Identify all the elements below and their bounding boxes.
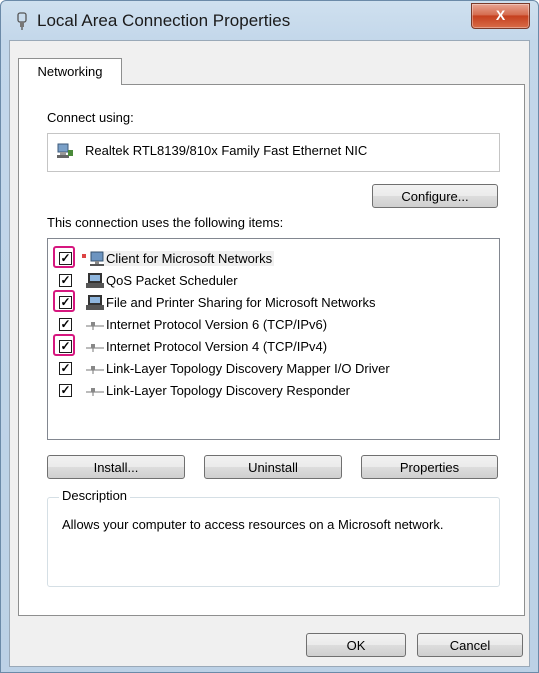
install-button-label: Install... (93, 460, 139, 475)
list-item[interactable]: ✓ QoS Packet Scheduler (48, 270, 497, 292)
network-client-icon (82, 251, 104, 266)
list-item[interactable]: ✓ Link-Layer Topology Discovery Mapper I… (48, 358, 497, 380)
adapter-name: Realtek RTL8139/810x Family Fast Etherne… (85, 143, 368, 158)
configure-button-label: Configure... (401, 189, 469, 204)
item-checkbox[interactable]: ✓ (59, 274, 72, 287)
title-bar[interactable]: Local Area Connection Properties X (1, 1, 538, 41)
item-label: Link-Layer Topology Discovery Responder (106, 383, 350, 398)
item-label: Internet Protocol Version 4 (TCP/IPv4) (106, 339, 328, 354)
cancel-button-label: Cancel (449, 638, 491, 653)
item-checkbox[interactable]: ✓ (59, 362, 72, 375)
ok-button-label: OK (346, 638, 366, 653)
protocol-icon (86, 344, 104, 352)
ok-button[interactable]: OK (306, 633, 406, 657)
configure-button[interactable]: Configure... (372, 184, 498, 208)
tab-networking[interactable]: Networking (18, 58, 122, 85)
adapter-field: Realtek RTL8139/810x Family Fast Etherne… (47, 133, 500, 172)
protocol-icon (86, 366, 104, 374)
item-label: QoS Packet Scheduler (106, 273, 238, 288)
network-adapter-icon (57, 143, 73, 158)
service-icon (86, 273, 104, 288)
list-item[interactable]: ✓ Internet Protocol Version 6 (TCP/IPv6) (48, 314, 497, 336)
list-item[interactable]: ✓ Link-Layer Topology Discovery Responde… (48, 380, 497, 402)
properties-button[interactable]: Properties (361, 455, 498, 479)
properties-button-label: Properties (399, 460, 460, 475)
list-item[interactable]: ✓ Client for Microsoft Networks (48, 246, 497, 270)
item-label: Client for Microsoft Networks (104, 251, 275, 266)
item-checkbox[interactable]: ✓ (59, 296, 72, 309)
connection-items-list[interactable]: ✓ Client for Microsoft Networks ✓ QoS Pa… (47, 238, 500, 440)
protocol-icon (86, 322, 104, 330)
uninstall-button[interactable]: Uninstall (204, 455, 342, 479)
items-label: This connection uses the following items… (47, 215, 284, 230)
item-label: Internet Protocol Version 6 (TCP/IPv6) (106, 317, 328, 332)
item-label: Link-Layer Topology Discovery Mapper I/O… (106, 361, 390, 376)
close-button[interactable]: X (471, 3, 530, 29)
item-checkbox[interactable]: ✓ (59, 252, 72, 265)
connect-using-label: Connect using: (47, 110, 134, 125)
install-button[interactable]: Install... (47, 455, 185, 479)
item-checkbox[interactable]: ✓ (59, 384, 72, 397)
description-legend: Description (59, 488, 131, 503)
list-item[interactable]: ✓ Internet Protocol Version 4 (TCP/IPv4) (48, 334, 497, 358)
description-group (47, 497, 500, 587)
list-item[interactable]: ✓ File and Printer Sharing for Microsoft… (48, 290, 497, 314)
item-label: File and Printer Sharing for Microsoft N… (106, 295, 376, 310)
network-connection-icon (17, 12, 27, 30)
protocol-icon (86, 388, 104, 396)
service-icon (86, 295, 104, 310)
uninstall-button-label: Uninstall (248, 460, 298, 475)
cancel-button[interactable]: Cancel (417, 633, 523, 657)
item-checkbox[interactable]: ✓ (59, 318, 72, 331)
window-title: Local Area Connection Properties (37, 11, 291, 30)
item-checkbox[interactable]: ✓ (59, 340, 72, 353)
description-text: Allows your computer to access resources… (62, 517, 444, 532)
